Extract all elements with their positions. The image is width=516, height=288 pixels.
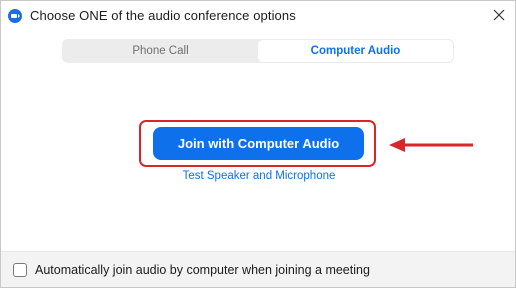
audio-options-dialog: Choose ONE of the audio conference optio… bbox=[0, 0, 516, 288]
audio-tab-bar: Phone Call Computer Audio bbox=[62, 39, 454, 63]
footer-bar: Automatically join audio by computer whe… bbox=[1, 251, 515, 287]
auto-join-audio-checkbox[interactable] bbox=[13, 262, 27, 277]
test-link-label: Test Speaker and Microphone bbox=[182, 170, 336, 182]
close-button[interactable] bbox=[490, 6, 508, 24]
window-title: Choose ONE of the audio conference optio… bbox=[30, 8, 296, 23]
close-icon bbox=[493, 9, 505, 21]
test-speaker-microphone-link[interactable]: Test Speaker and Microphone bbox=[1, 170, 516, 182]
zoom-icon bbox=[8, 8, 22, 23]
title-bar: Choose ONE of the audio conference optio… bbox=[1, 1, 515, 30]
join-with-computer-audio-button[interactable]: Join with Computer Audio bbox=[153, 127, 364, 160]
left-arrow-icon bbox=[389, 138, 473, 152]
tab-computer-audio[interactable]: Computer Audio bbox=[258, 40, 453, 62]
tab-phone-call[interactable]: Phone Call bbox=[63, 40, 258, 62]
auto-join-audio-label[interactable]: Automatically join audio by computer whe… bbox=[35, 263, 370, 277]
